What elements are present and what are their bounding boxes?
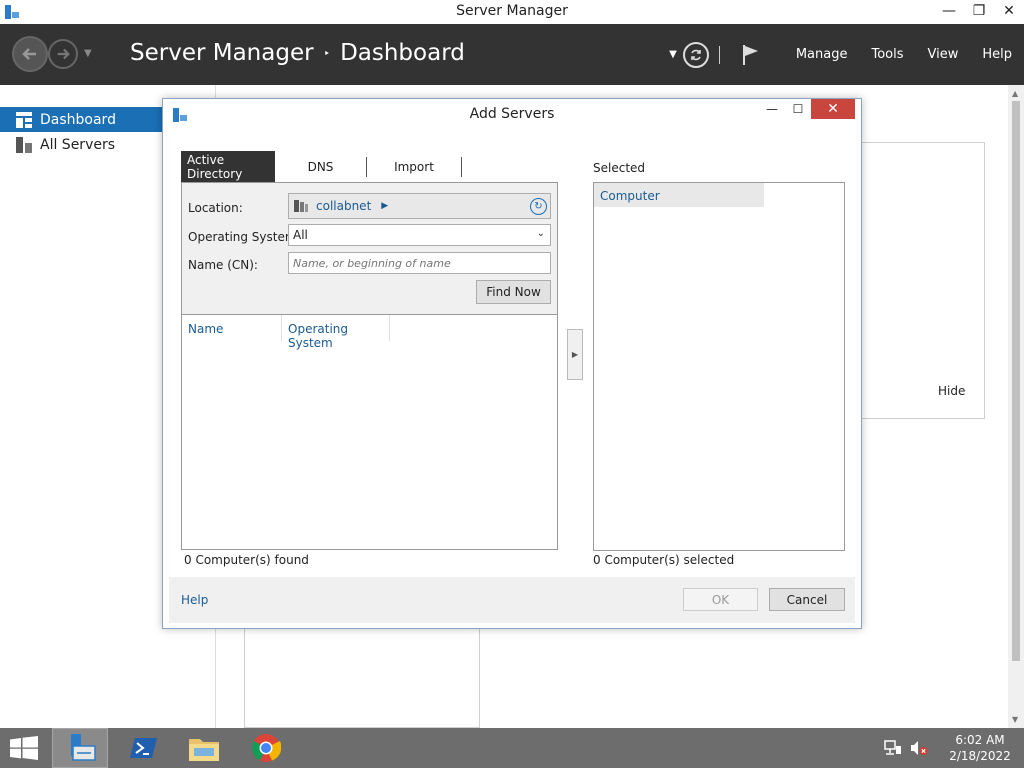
network-icon[interactable]	[884, 740, 902, 756]
sidebar-item-label: Dashboard	[40, 111, 116, 128]
notifications-flag-icon[interactable]	[742, 44, 760, 66]
taskbar-chrome[interactable]	[238, 728, 294, 768]
os-label: Operating System:	[188, 230, 301, 244]
location-label: Location:	[188, 201, 243, 215]
search-criteria-panel: Location: collabnet ▶ ↻ Operating System…	[181, 182, 558, 315]
header-actions: ▼ Manage Tools View Help	[669, 24, 1024, 85]
location-value: collabnet	[316, 199, 372, 213]
cancel-button[interactable]: Cancel	[769, 588, 845, 611]
history-dropdown-icon[interactable]: ▼	[84, 48, 92, 59]
background-panel-left	[244, 620, 480, 728]
server-manager-taskbar-icon	[71, 734, 96, 761]
search-results-list[interactable]: Name Operating System	[181, 315, 558, 550]
find-now-button[interactable]: Find Now	[476, 280, 551, 304]
arrow-right-icon: ▶	[571, 350, 579, 359]
scrollbar-thumb[interactable]	[1012, 101, 1020, 661]
window-title-bar: Server Manager — ❐ ✕	[0, 0, 1024, 24]
dialog-footer: Help OK Cancel	[169, 577, 855, 623]
location-refresh-icon[interactable]: ↻	[530, 198, 547, 215]
location-field[interactable]: collabnet ▶ ↻	[288, 193, 551, 219]
background-welcome-panel	[860, 142, 985, 419]
menu-manage[interactable]: Manage	[784, 47, 860, 62]
window-title: Server Manager	[456, 3, 568, 19]
location-expand-icon[interactable]: ▶	[381, 201, 388, 211]
tab-dns[interactable]: DNS	[275, 157, 367, 177]
found-count: 0 Computer(s) found	[184, 553, 309, 567]
dashboard-icon	[16, 111, 32, 128]
ok-button[interactable]: OK	[683, 588, 758, 611]
dialog-title-bar: Add Servers — ☐ ✕	[163, 99, 861, 129]
column-header-computer[interactable]: Computer	[594, 183, 764, 207]
close-button[interactable]: ✕	[994, 0, 1024, 22]
chrome-icon	[252, 734, 281, 762]
refresh-icon	[691, 49, 701, 60]
tab-import[interactable]: Import	[367, 157, 462, 177]
sidebar-item-label: All Servers	[40, 136, 116, 153]
dialog-controls: — ☐ ✕	[759, 99, 855, 119]
scroll-down-icon[interactable]: ▼	[1012, 715, 1018, 724]
os-selected-value: All	[293, 228, 308, 242]
window-controls: — ❐ ✕	[934, 0, 1024, 22]
dialog-maximize-button[interactable]: ☐	[785, 99, 811, 119]
add-to-selected-button[interactable]: ▶	[567, 329, 583, 380]
dialog-tabs: Active Directory DNS Import	[181, 151, 462, 182]
restore-button[interactable]: ❐	[964, 0, 994, 22]
header-divider	[718, 45, 720, 64]
arrow-left-icon	[22, 48, 36, 60]
selected-label: Selected	[593, 161, 646, 175]
app-header: ▼ Server Manager ‣ Dashboard ▼ Manage To…	[0, 24, 1024, 85]
dialog-minimize-button[interactable]: —	[759, 99, 785, 119]
tab-active-directory[interactable]: Active Directory	[181, 151, 275, 182]
dialog-body: Active Directory DNS Import Location: co…	[169, 129, 855, 577]
breadcrumb-separator-icon: ‣	[323, 46, 331, 60]
speaker-muted-icon[interactable]	[910, 740, 928, 756]
powershell-icon	[130, 738, 157, 758]
taskbar-powershell[interactable]	[116, 728, 172, 768]
dialog-title: Add Servers	[469, 106, 555, 122]
menu-help[interactable]: Help	[970, 47, 1024, 62]
back-button[interactable]	[12, 36, 48, 72]
taskbar-clock[interactable]: 6:02 AM 2/18/2022	[936, 732, 1024, 764]
folder-icon	[189, 739, 219, 761]
breadcrumb: Server Manager ‣ Dashboard	[130, 40, 465, 66]
column-header-operating-system[interactable]: Operating System	[282, 315, 390, 350]
clock-time: 6:02 AM	[955, 733, 1005, 747]
vertical-scrollbar[interactable]: ▲ ▼	[1008, 85, 1024, 728]
hide-welcome-link[interactable]: Hide	[938, 384, 965, 398]
taskbar-file-explorer[interactable]	[176, 728, 232, 768]
minimize-button[interactable]: —	[934, 0, 964, 22]
forward-button[interactable]	[48, 39, 78, 69]
column-header-name[interactable]: Name	[182, 315, 282, 341]
servers-icon	[16, 136, 32, 153]
add-servers-dialog: Add Servers — ☐ ✕ Active Directory DNS I…	[162, 98, 862, 629]
name-input[interactable]	[288, 252, 551, 274]
operating-system-select[interactable]: All ⌄	[288, 224, 551, 246]
menu-view[interactable]: View	[916, 47, 971, 62]
clock-date: 2/18/2022	[949, 749, 1011, 763]
scroll-up-icon[interactable]: ▲	[1012, 89, 1018, 98]
system-tray: 6:02 AM 2/18/2022	[884, 728, 1024, 768]
breadcrumb-page: Dashboard	[340, 40, 465, 66]
windows-start-icon[interactable]	[10, 736, 38, 760]
taskbar-server-manager[interactable]	[52, 728, 108, 768]
menu-tools[interactable]: Tools	[859, 47, 915, 62]
results-header: Name Operating System	[182, 315, 557, 350]
help-link[interactable]: Help	[181, 593, 208, 607]
header-menu: Manage Tools View Help	[784, 47, 1024, 62]
domain-icon	[294, 200, 308, 212]
selected-count: 0 Computer(s) selected	[593, 553, 735, 567]
chevron-down-icon: ⌄	[536, 228, 545, 239]
dialog-close-button[interactable]: ✕	[811, 99, 855, 119]
selected-list[interactable]: Computer	[593, 182, 845, 551]
name-label: Name (CN):	[188, 258, 258, 272]
arrow-right-icon	[57, 48, 70, 60]
refresh-dropdown-icon[interactable]: ▼	[669, 49, 677, 60]
breadcrumb-root[interactable]: Server Manager	[130, 40, 314, 66]
refresh-button[interactable]	[682, 41, 709, 68]
taskbar: 6:02 AM 2/18/2022	[0, 728, 1024, 768]
